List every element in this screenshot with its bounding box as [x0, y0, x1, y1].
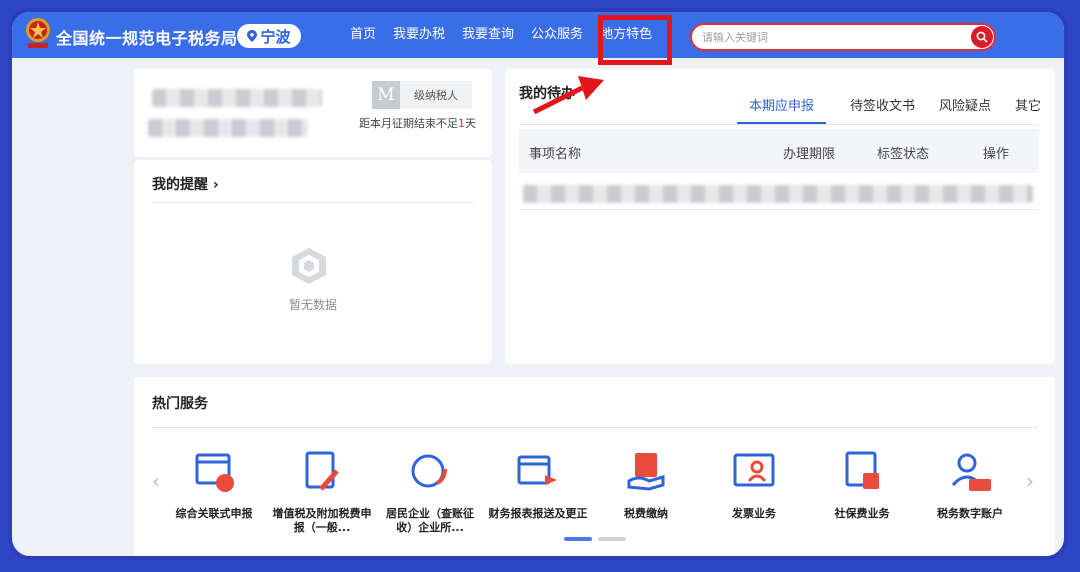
- search-icon: [976, 31, 988, 43]
- todo-tabs: 本期应申报 待签收文书 风险疑点 其它: [736, 95, 1041, 124]
- invoice-icon: [733, 453, 775, 487]
- app-window: 全国统一规范电子税务局 宁波 首页 我要办税 我要查询 公众服务 地方特色 请输…: [8, 8, 1068, 560]
- red-arrow-icon: [532, 76, 604, 115]
- tab-pending-documents[interactable]: 待签收文书: [850, 95, 915, 124]
- location-pin-icon: [247, 30, 258, 42]
- search-box: [690, 23, 996, 51]
- nav-public-service[interactable]: 公众服务: [531, 12, 583, 58]
- table-row[interactable]: [523, 185, 1033, 203]
- social-security-icon: [845, 451, 879, 489]
- location-selector[interactable]: 宁波: [237, 24, 301, 48]
- service-tax-payment[interactable]: 税费缴纳: [596, 449, 696, 521]
- pagination-dot[interactable]: [564, 537, 592, 541]
- empty-box-icon: [292, 248, 326, 284]
- carousel-pagination: [564, 537, 626, 541]
- nav-query[interactable]: 我要查询: [462, 12, 514, 58]
- carousel-next-button[interactable]: ›: [1026, 469, 1034, 493]
- site-title: 全国统一规范电子税务局: [56, 29, 238, 48]
- location-label: 宁波: [260, 27, 291, 46]
- col-deadline: 办理期限: [783, 147, 836, 162]
- divider: [519, 209, 1039, 210]
- divider: [519, 124, 1039, 125]
- payment-icon: [627, 453, 665, 491]
- tab-risk-issues[interactable]: 风险疑点: [939, 95, 991, 124]
- blurred-tax-id: [148, 119, 308, 137]
- service-corporate-income-tax[interactable]: 居民企业（查账征收）企业所...: [380, 449, 480, 535]
- credit-level-label: 级纳税人: [400, 81, 472, 109]
- tab-current-declaration[interactable]: 本期应申报: [736, 95, 826, 124]
- desktop-icon: [195, 453, 234, 492]
- report-icon: [517, 455, 557, 485]
- nav-home[interactable]: 首页: [350, 12, 376, 58]
- service-vat-declaration[interactable]: 增值税及附加税费申报（一般...: [272, 449, 372, 535]
- digital-account-icon: [951, 453, 991, 491]
- divider: [152, 427, 1038, 428]
- top-header: 全国统一规范电子税务局 宁波 首页 我要办税 我要查询 公众服务 地方特色: [12, 12, 1064, 58]
- carousel-prev-button[interactable]: ‹: [152, 469, 160, 493]
- service-digital-account[interactable]: 税务数字账户: [920, 449, 1020, 521]
- deadline-days: 1: [458, 117, 465, 130]
- tab-other[interactable]: 其它: [1015, 95, 1041, 124]
- taxpayer-card: M 级纳税人 距本月征期结束不足1天: [134, 69, 492, 157]
- col-status: 标签状态: [877, 147, 930, 162]
- nav-tax-handling[interactable]: 我要办税: [393, 12, 445, 58]
- reminders-title[interactable]: 我的提醒 ›: [152, 174, 219, 194]
- reminders-card: 我的提醒 › 暂无数据: [134, 160, 492, 364]
- hot-services-title: 热门服务: [152, 396, 208, 412]
- service-comprehensive-declaration[interactable]: 综合关联式申报: [164, 449, 264, 521]
- search-input[interactable]: [702, 25, 962, 49]
- pagination-dot[interactable]: [598, 537, 626, 541]
- divider: [152, 202, 474, 203]
- empty-state-text: 暂无数据: [288, 298, 337, 312]
- vat-icon: [305, 451, 339, 491]
- credit-level-badge: M: [372, 81, 400, 109]
- hot-services-card: 热门服务 ‹ › 综合关联式申报 增值税及附加税费申报（一般... 居民企业（查…: [134, 377, 1055, 556]
- col-item-name: 事项名称: [529, 147, 582, 162]
- deadline-notice: 距本月征期结束不足1天: [359, 117, 476, 130]
- tax-emblem-icon: [26, 18, 50, 48]
- col-actions: 操作: [983, 147, 1010, 162]
- highlight-box: [598, 15, 672, 65]
- service-invoice[interactable]: 发票业务: [704, 449, 804, 521]
- blurred-company-name: [152, 89, 322, 107]
- service-financial-report[interactable]: 财务报表报送及更正: [488, 449, 588, 521]
- service-social-security[interactable]: 社保费业务: [812, 449, 912, 521]
- todo-table-header: 事项名称 办理期限 标签状态 操作: [519, 129, 1039, 173]
- search-button[interactable]: [971, 26, 993, 48]
- enterprise-icon: [411, 454, 447, 488]
